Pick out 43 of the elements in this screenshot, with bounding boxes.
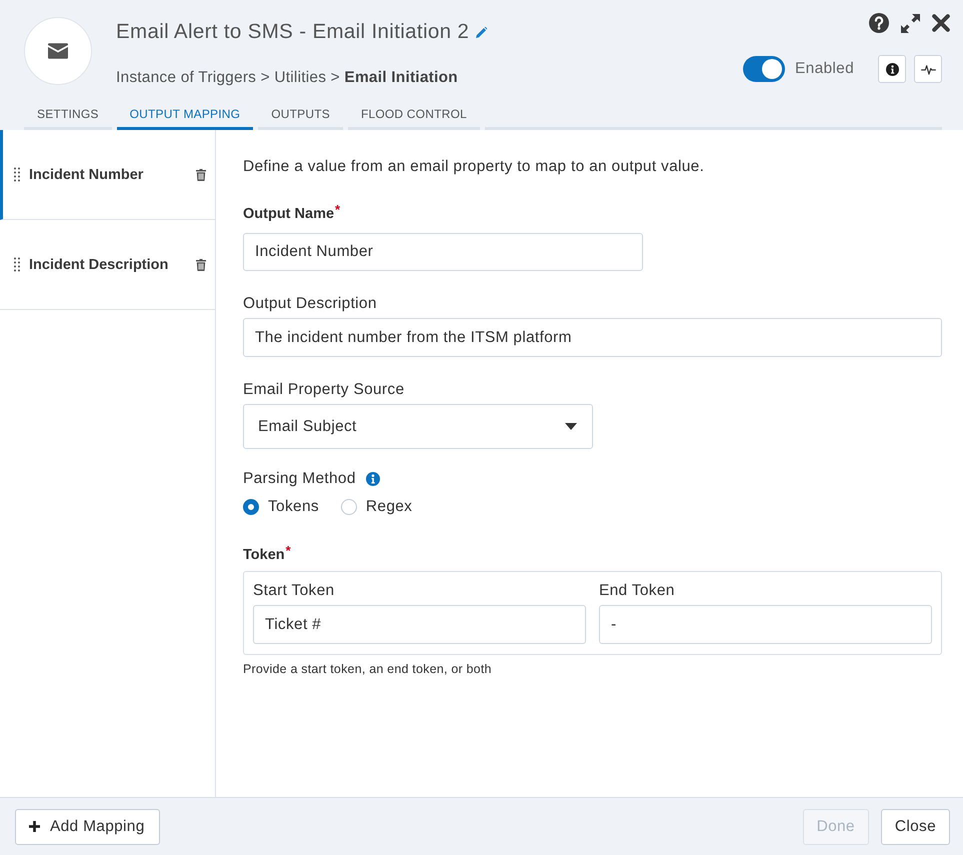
add-mapping-button[interactable]: Add Mapping xyxy=(15,808,160,844)
breadcrumb-text: Instance of Triggers > Utilities > Email Initiation xyxy=(116,69,459,87)
caret-icon xyxy=(565,423,577,430)
help-icon[interactable] xyxy=(869,13,889,33)
footer-button[interactable]: Close xyxy=(880,808,950,844)
trash-icon[interactable] xyxy=(196,168,206,180)
select-field[interactable]: Email Subject xyxy=(243,404,593,449)
field-label: Token xyxy=(243,546,285,564)
toggle-label: Enabled xyxy=(795,60,854,78)
envelope-icon xyxy=(48,43,68,59)
intro-text: Define a value from an email property to map to an output value. xyxy=(243,158,706,176)
field-label: Parsing Method xyxy=(243,470,356,488)
plus-icon xyxy=(29,821,40,832)
info-button[interactable] xyxy=(878,55,906,83)
info-icon[interactable] xyxy=(366,472,380,486)
token-field[interactable]: - xyxy=(599,605,932,644)
field-label: Start Token xyxy=(253,582,336,600)
pencil-icon[interactable] xyxy=(476,26,488,38)
radio-label[interactable]: Regex xyxy=(366,498,412,516)
required-mark: * xyxy=(335,201,340,219)
toggle-switch[interactable] xyxy=(743,56,786,82)
hint-text: Provide a start token, an end token, or both xyxy=(243,662,493,676)
radio-label[interactable]: Tokens xyxy=(268,498,319,516)
pulse-icon xyxy=(920,64,936,74)
field-label: Email Property Source xyxy=(243,381,404,399)
field-label: Output Description xyxy=(243,295,377,313)
trash-icon[interactable] xyxy=(196,258,206,270)
expand-icon[interactable] xyxy=(901,14,920,32)
window-title: Email Alert to SMS - Email Initiation 2 xyxy=(116,20,470,44)
close-icon[interactable] xyxy=(932,14,950,32)
info-icon xyxy=(886,62,898,76)
drag-handle-icon[interactable] xyxy=(14,166,20,182)
field-label: End Token xyxy=(599,582,676,600)
token-field[interactable]: Ticket # xyxy=(253,605,586,644)
field-label: Output Name xyxy=(243,205,334,223)
required-mark: * xyxy=(286,542,291,560)
output-name-field[interactable]: Incident Number xyxy=(243,233,643,271)
activity-button[interactable] xyxy=(914,55,942,83)
output-description-field[interactable]: The incident number from the ITSM platform xyxy=(243,318,942,357)
radio-button[interactable] xyxy=(243,499,259,515)
mapping-item[interactable]: Incident Number xyxy=(0,130,215,220)
drag-handle-icon[interactable] xyxy=(14,256,20,272)
mapping-item[interactable]: Incident Description xyxy=(0,220,215,310)
